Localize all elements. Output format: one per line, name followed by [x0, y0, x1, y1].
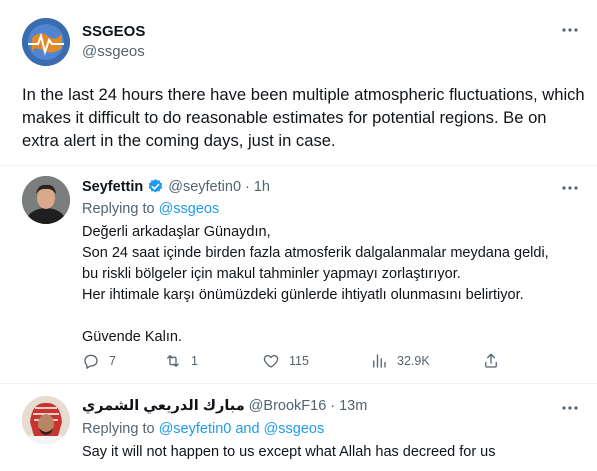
reply-icon	[84, 354, 98, 369]
replying-to: Replying to @ssgeos	[82, 201, 219, 217]
views-chart-icon	[373, 354, 386, 368]
tweet-text: In the last 24 hours there have been mul…	[22, 85, 585, 150]
avatar[interactable]	[22, 396, 70, 444]
avatar[interactable]	[22, 18, 70, 66]
text-line: Değerli arkadaşlar Günaydın,	[82, 224, 271, 240]
separator: ·	[330, 398, 336, 414]
avatar[interactable]	[22, 176, 70, 224]
handle[interactable]: @seyfetin0	[168, 179, 241, 195]
retweet-icon	[167, 355, 179, 367]
timestamp[interactable]: 13m	[339, 398, 367, 414]
reply-button[interactable]: 7	[82, 352, 116, 370]
tweet-text: Say it will not happen to us except what…	[82, 442, 496, 463]
handle[interactable]: @BrookF16	[249, 398, 327, 414]
text-line: bu riskli bölgeler için makul tahminler …	[82, 266, 461, 282]
share-button[interactable]	[482, 352, 500, 370]
replying-to-link[interactable]: @seyfetin0 and @ssgeos	[159, 421, 325, 437]
separator: ·	[245, 178, 250, 195]
action-bar: 7 1 115 32.9K	[82, 352, 522, 374]
profile-photo	[22, 176, 70, 224]
display-name[interactable]: مبارك الدريعي الشمري	[82, 398, 245, 414]
replying-to: Replying to @seyfetin0 and @ssgeos	[82, 421, 324, 437]
reply-header: Seyfettin @seyfetin0 · 1h	[82, 178, 270, 195]
retweet-count: 1	[191, 354, 198, 368]
reply-header: مبارك الدريعي الشمري @BrookF16 · 13m	[82, 398, 367, 414]
views-count: 32.9K	[397, 354, 430, 368]
main-tweet[interactable]: SSGEOS @ssgeos In the last 24 hours ther…	[0, 0, 597, 166]
views-button[interactable]: 32.9K	[370, 352, 430, 370]
replying-to-link[interactable]: @ssgeos	[159, 201, 220, 217]
text-line: Her ihtimale karşı önümüzdeki günlerde i…	[82, 287, 524, 303]
profile-photo	[22, 396, 70, 444]
like-button[interactable]: 115	[262, 352, 309, 370]
more-dots-icon[interactable]	[559, 22, 581, 38]
verified-badge-icon	[149, 179, 163, 193]
heart-icon	[263, 354, 279, 368]
tweet-text: Değerli arkadaşlar Günaydın, Son 24 saat…	[82, 222, 549, 348]
reply-tweet[interactable]: Seyfettin @seyfetin0 · 1h Replying to @s…	[0, 166, 597, 384]
more-dots-icon[interactable]	[559, 400, 581, 416]
text-line-blank	[82, 306, 549, 327]
handle[interactable]: @ssgeos	[82, 43, 145, 60]
replying-prefix: Replying to	[82, 201, 155, 217]
text-line: Say it will not happen to us except what…	[82, 444, 496, 460]
text-line: Güvende Kalın.	[82, 329, 182, 345]
replying-prefix: Replying to	[82, 421, 155, 437]
display-name[interactable]: Seyfettin	[82, 179, 143, 195]
share-icon	[485, 353, 497, 368]
retweet-button[interactable]: 1	[164, 352, 198, 370]
text-line: Son 24 saat içinde birden fazla atmosfer…	[82, 245, 549, 261]
like-count: 115	[289, 354, 309, 368]
timestamp[interactable]: 1h	[254, 179, 270, 195]
more-dots-icon[interactable]	[559, 180, 581, 196]
reply-tweet[interactable]: مبارك الدريعي الشمري @BrookF16 · 13m Rep…	[0, 384, 597, 471]
ssgeos-logo	[22, 18, 70, 66]
display-name[interactable]: SSGEOS	[82, 23, 145, 40]
reply-count: 7	[109, 354, 116, 368]
